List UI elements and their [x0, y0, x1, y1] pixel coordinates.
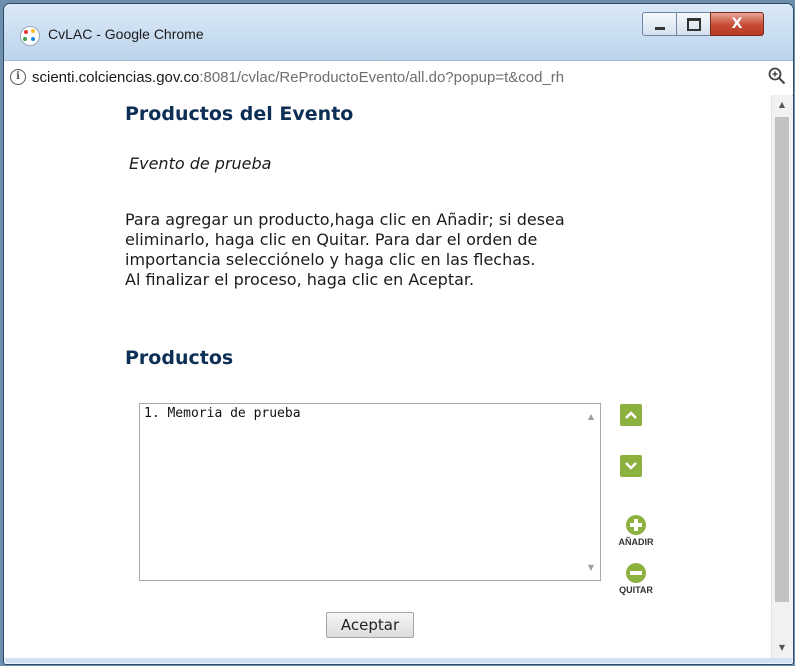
title-bar: CvLAC - Google Chrome X — [4, 4, 793, 60]
app-icon — [20, 26, 40, 46]
page-scrollbar[interactable]: ▲ ▼ — [771, 95, 792, 658]
close-button[interactable]: X — [710, 12, 764, 36]
minimize-icon — [655, 26, 665, 30]
remove-button[interactable]: QUITAR — [611, 563, 661, 595]
url-path: :8081/cvlac/ReProductoEvento/all.do?popu… — [199, 69, 565, 86]
window-title: CvLAC - Google Chrome — [48, 26, 204, 42]
remove-label: QUITAR — [619, 585, 653, 595]
event-name: Evento de prueba — [129, 154, 272, 173]
url-text[interactable]: scienti.colciencias.gov.co:8081/cvlac/Re… — [32, 69, 564, 86]
page-title: Productos del Evento — [125, 103, 354, 125]
scroll-down-icon[interactable]: ▼ — [772, 638, 792, 658]
minimize-button[interactable] — [642, 12, 678, 36]
instruction-line: Al finalizar el proceso, haga clic en Ac… — [125, 270, 475, 289]
maximize-icon — [687, 17, 701, 31]
page-content: Productos del Evento Evento de prueba Pa… — [4, 95, 772, 658]
instruction-line: eliminarlo, haga clic en Quitar. Para da… — [125, 230, 538, 249]
products-listbox[interactable]: 1. Memoria de prueba ▲ ▼ — [139, 403, 601, 581]
zoom-icon[interactable] — [768, 67, 786, 85]
move-up-button[interactable] — [620, 404, 642, 426]
browser-window: CvLAC - Google Chrome X i scienti.colcie… — [3, 3, 794, 665]
products-heading: Productos — [125, 347, 234, 369]
info-icon[interactable]: i — [10, 69, 26, 85]
instruction-line: Para agregar un producto,haga clic en Añ… — [125, 210, 565, 229]
plus-icon — [626, 515, 646, 535]
instruction-line: importancia selecciónelo y haga clic en … — [125, 250, 536, 269]
move-down-button[interactable] — [620, 455, 642, 477]
accept-button[interactable]: Aceptar — [326, 612, 414, 638]
scroll-up-icon[interactable]: ▲ — [772, 95, 792, 115]
listbox-scroll-up-icon[interactable]: ▲ — [588, 412, 594, 421]
list-item[interactable]: 1. Memoria de prueba — [144, 406, 301, 421]
url-host: scienti.colciencias.gov.co — [32, 69, 200, 86]
listbox-scroll-down-icon[interactable]: ▼ — [588, 563, 594, 572]
instructions-text: Para agregar un producto,haga clic en Añ… — [125, 210, 685, 290]
minus-icon — [626, 563, 646, 583]
chevron-up-icon — [625, 411, 637, 419]
close-icon: X — [731, 16, 743, 32]
chevron-down-icon — [625, 462, 637, 470]
address-bar[interactable]: i scienti.colciencias.gov.co:8081/cvlac/… — [4, 60, 793, 96]
add-label: AÑADIR — [618, 537, 654, 547]
add-button[interactable]: AÑADIR — [611, 515, 661, 547]
scroll-thumb[interactable] — [775, 117, 789, 602]
maximize-button[interactable] — [676, 12, 712, 36]
